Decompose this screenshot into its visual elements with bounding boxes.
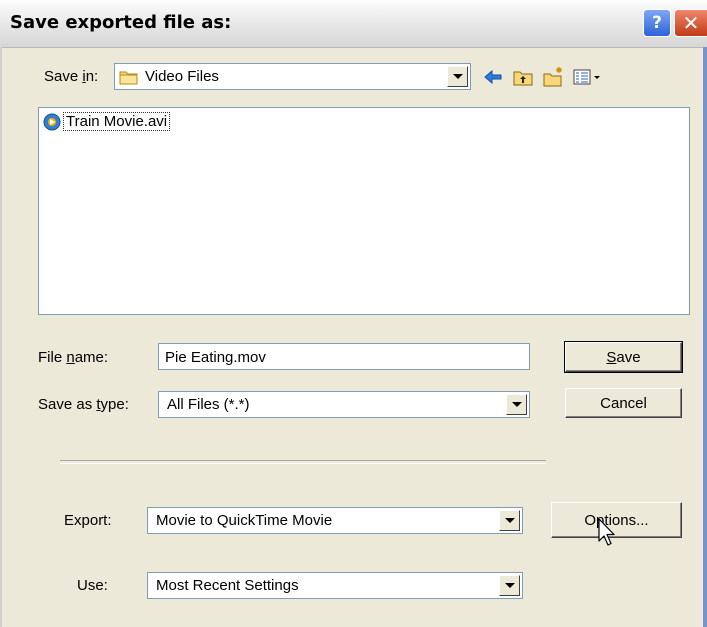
window-border-right: [703, 47, 707, 627]
view-menu-icon[interactable]: [572, 66, 604, 88]
export-label: Export:: [64, 512, 112, 529]
save-as-type-dropdown-button[interactable]: [506, 394, 527, 415]
file-list[interactable]: Train Movie.avi: [38, 107, 690, 315]
help-button[interactable]: ?: [643, 9, 671, 37]
close-button[interactable]: ✕: [674, 9, 707, 37]
cancel-button[interactable]: Cancel: [565, 388, 682, 418]
use-label: Use:: [77, 577, 108, 594]
file-name-label: File name:: [38, 349, 109, 366]
back-arrow-icon[interactable]: [482, 66, 504, 88]
up-folder-icon[interactable]: [512, 66, 534, 88]
save-as-type-value: All Files (*.*): [167, 396, 250, 413]
window-border-left: [0, 47, 2, 627]
save-dialog: Save exported file as: ? ✕ Save in: Vide…: [0, 0, 707, 627]
list-item[interactable]: Train Movie.avi: [43, 112, 171, 131]
avi-file-icon: [43, 113, 61, 130]
save-in-dropdown[interactable]: Video Files: [114, 63, 471, 90]
chevron-down-icon: [511, 402, 522, 407]
use-dropdown[interactable]: Most Recent Settings: [147, 572, 523, 599]
chevron-down-icon: [504, 518, 515, 523]
save-as-type-dropdown[interactable]: All Files (*.*): [158, 391, 530, 418]
save-in-dropdown-button[interactable]: [447, 66, 468, 87]
separator: [60, 460, 546, 464]
use-dropdown-button[interactable]: [499, 575, 520, 596]
save-button[interactable]: Save: [564, 341, 683, 373]
chevron-down-icon: [452, 74, 463, 79]
save-as-type-label: Save as type:: [38, 396, 129, 413]
file-name: Train Movie.avi: [63, 112, 171, 131]
save-in-label: Save in:: [44, 68, 99, 85]
dialog-title: Save exported file as:: [10, 12, 232, 33]
export-value: Movie to QuickTime Movie: [156, 512, 333, 529]
export-dropdown[interactable]: Movie to QuickTime Movie: [147, 507, 523, 534]
title-bar: Save exported file as: ? ✕: [0, 0, 707, 48]
file-name-value: Pie Eating.mov: [165, 349, 266, 366]
folder-icon: [119, 71, 138, 85]
new-folder-icon[interactable]: [542, 66, 564, 88]
save-in-value: Video Files: [145, 68, 219, 85]
chevron-down-icon: [504, 583, 515, 588]
use-value: Most Recent Settings: [156, 577, 299, 594]
mouse-cursor-icon: [598, 518, 615, 546]
export-dropdown-button[interactable]: [499, 510, 520, 531]
file-name-input[interactable]: Pie Eating.mov: [158, 343, 530, 370]
